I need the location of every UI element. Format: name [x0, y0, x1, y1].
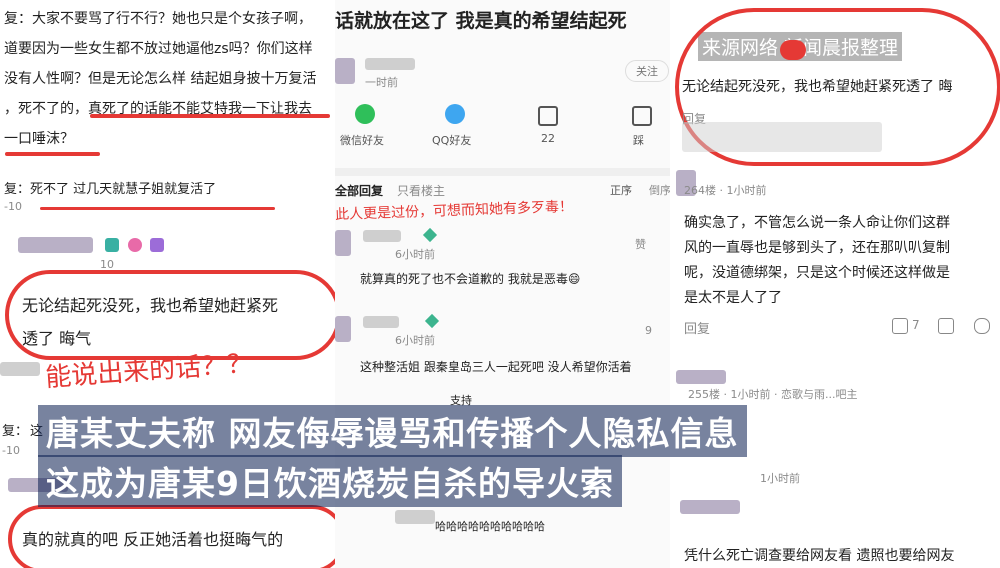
comment-time: 6小时前 — [395, 248, 435, 261]
share-wechat-label[interactable]: 微信好友 — [340, 132, 384, 148]
blurred-username — [680, 500, 740, 514]
zodiac-icon — [150, 238, 164, 252]
comment-text: 风的一直辱也是够到头了，还在那叭叭复制 — [684, 240, 950, 256]
caption-line-2: 这成为唐某9日饮酒烧炭自杀的导火索 — [38, 455, 622, 507]
comment-text: 确实急了，不管怎么说一条人命让你们这群 — [684, 215, 950, 231]
post-title: 话就放在这了 我是真的希望结起死 — [335, 10, 627, 32]
avatar — [335, 58, 355, 84]
share-qq-label[interactable]: QQ好友 — [432, 132, 471, 148]
reply-text: 复：死不了 过几天就慧子姐就复活了 — [4, 182, 217, 197]
follow-button[interactable]: 关注 — [625, 60, 669, 82]
level-icon — [422, 227, 438, 243]
level-badge-icon — [105, 238, 119, 252]
comment-line: 没有人性啊？但是无论怎么样 结起姐身披十万复活 — [4, 71, 317, 87]
blurred-username — [0, 362, 40, 376]
right-screenshot: 来源网络 新闻晨报整理 无论结起死没死，我也希望她赶紧死透了 晦 回复 264楼… — [670, 0, 1000, 568]
comment-like[interactable]: 赞 — [635, 236, 646, 252]
blurred-text — [682, 122, 882, 152]
blurred-username — [676, 370, 726, 384]
quoted-comment: 无论结起死没死，我也希望她赶紧死 — [22, 296, 279, 315]
comment-text: 是太不是人了了 — [684, 290, 782, 306]
comment-line: 道要因为一些女生都不放过她逼他zs吗？你们这样 — [4, 41, 313, 57]
floor-info: 255楼 · 1小时前 · 恋歌与雨...吧主 — [688, 388, 858, 401]
reply-button[interactable]: 回复 — [684, 318, 710, 337]
dislike-label[interactable]: 踩 — [633, 132, 644, 148]
comment-like[interactable]: 9 — [645, 324, 652, 337]
reply-date: -10 — [2, 444, 20, 457]
blurred-username — [365, 58, 415, 70]
quoted-comment: 无论结起死没死，我也希望她赶紧死透了 晦 — [682, 79, 953, 95]
quoted-comment: 透了 晦气 — [22, 329, 92, 348]
comment-text: 这种整活姐 跟秦皇岛三人一起死吧 没人希望你活着 — [360, 360, 632, 374]
wechat-icon[interactable] — [355, 104, 375, 124]
comment-text: 凭什么死亡调查要给网友看 遗照也要给网友 — [684, 548, 955, 564]
red-underline — [5, 152, 100, 156]
reply-date: -10 — [4, 200, 22, 213]
red-underline — [40, 207, 275, 210]
comment-text: 哈哈哈哈哈哈哈哈哈哈 — [435, 520, 545, 533]
comment-time: 6小时前 — [395, 334, 435, 347]
comment-text: 就算真的死了也不会道歉的 我就是恶毒😄 — [360, 272, 581, 286]
reply-prefix: 复： — [2, 424, 29, 439]
divider — [335, 168, 670, 176]
avatar — [335, 230, 351, 256]
red-underline — [90, 114, 330, 118]
like-icon[interactable] — [538, 106, 558, 126]
blurred-username — [363, 316, 399, 328]
level-icon — [424, 313, 440, 329]
comment-icon[interactable] — [938, 318, 954, 334]
like-count: 22 — [541, 132, 555, 145]
comment-line: 一口唾沫？ — [4, 131, 74, 147]
sort-desc[interactable]: 倒序 — [649, 182, 670, 198]
red-annotation: 此人更是过份，可想而知她有多歹毒！ — [335, 198, 574, 224]
like-count: 7 — [912, 318, 920, 332]
qq-icon[interactable] — [445, 104, 465, 124]
tab-all-replies[interactable]: 全部回复 — [335, 182, 383, 199]
floor-info: 264楼 · 1小时前 — [684, 184, 767, 197]
dislike-icon[interactable] — [632, 106, 652, 126]
blurred-username — [395, 510, 435, 524]
tab-op-only[interactable]: 只看楼主 — [397, 182, 445, 199]
caption-line-1: 唐某丈夫称 网友侮辱谩骂和传播个人隐私信息 — [38, 405, 747, 457]
quoted-comment: 真的就真的吧 反正她活着也挺晦气的 — [22, 530, 284, 549]
blurred-username — [363, 230, 401, 242]
comment-line: 复：大家不要骂了行不行？她也只是个女孩子啊， — [4, 11, 312, 27]
gender-icon — [128, 238, 142, 252]
like-icon[interactable] — [892, 318, 908, 334]
comment-text: 呢，没道德绑架，只是这个时候还这样做是 — [684, 265, 950, 281]
avatar — [335, 316, 351, 342]
more-icon[interactable] — [974, 318, 990, 334]
floor-info: 1小时前 — [760, 472, 800, 485]
post-time: 一时前 — [365, 76, 398, 89]
sort-asc[interactable]: 正序 — [610, 182, 632, 198]
blurred-username — [18, 237, 93, 253]
